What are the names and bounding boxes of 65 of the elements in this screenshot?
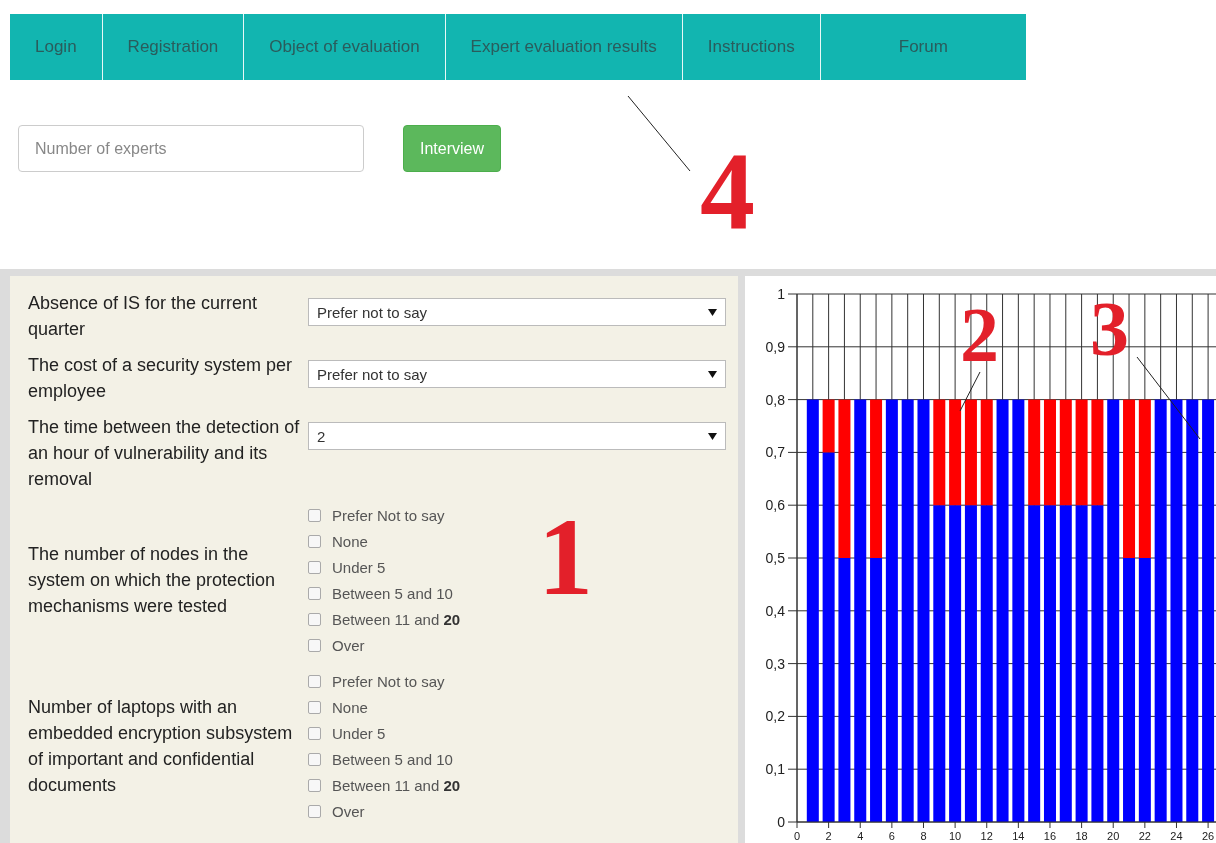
checkbox[interactable] [308, 612, 321, 626]
checkbox[interactable] [308, 726, 321, 740]
tick-label: 12 [980, 830, 993, 842]
caret-icon [708, 308, 717, 316]
callout-number: 1 [538, 502, 593, 612]
tick-label: 0,9 [765, 338, 785, 355]
question-label: The time between the detection of an hour of vulnerability and its removal [28, 416, 300, 491]
question-label: The number of nodes in the system on which the protection mechanisms were tested [28, 543, 277, 618]
leader-line [960, 372, 980, 411]
checkbox[interactable] [308, 674, 321, 688]
checkbox-label: None [332, 532, 368, 550]
checkbox-label: Between 11 and 20 [332, 776, 461, 794]
tick-label: 0,3 [765, 655, 785, 672]
checkbox[interactable] [308, 700, 321, 714]
question-label: The cost of a security system per employee [28, 354, 294, 403]
question-label: Absence of IS for the current quarter [28, 292, 259, 341]
tick-label: 20 [1107, 830, 1120, 842]
checkbox-label: Over [332, 802, 365, 820]
checkbox[interactable] [308, 534, 321, 548]
tick-label: 18 [1075, 830, 1088, 842]
tick-label: 22 [1138, 830, 1151, 842]
tick-label: 0 [777, 814, 785, 830]
tick-label: 16 [1043, 830, 1057, 842]
tick-label: 0,4 [765, 602, 785, 619]
checkbox-label: Under 5 [332, 724, 386, 742]
tick-label: 0,2 [765, 708, 785, 725]
checkbox[interactable] [308, 804, 321, 818]
tick-label: 1 [777, 286, 785, 302]
dropdown[interactable]: 2 [308, 422, 726, 450]
caret-icon [708, 370, 717, 378]
experts-field[interactable]: Number of experts [18, 125, 364, 172]
checkbox[interactable] [308, 560, 321, 574]
question-label: Number of laptops with an embedded encryption subsystem of important and confidential documents [28, 696, 294, 797]
tick-label: 0,8 [765, 391, 785, 408]
checkbox-label: Between 11 and 20 [332, 610, 461, 628]
tick-label: 14 [1012, 830, 1025, 842]
tick-label: 10 [949, 830, 962, 842]
caret-icon [708, 432, 717, 440]
tick-label: 24 [1170, 830, 1183, 842]
tick-label: 26 [1201, 830, 1215, 842]
checkbox[interactable] [308, 586, 321, 600]
callout-number: 4 [700, 136, 755, 246]
tick-label: 6 [888, 830, 895, 842]
checkbox-label: Prefer Not to say [332, 506, 445, 524]
tick-label: 0,7 [765, 444, 785, 461]
checkbox-label: None [332, 698, 368, 716]
dropdown[interactable]: Prefer not to say [308, 298, 726, 326]
checkbox[interactable] [308, 508, 321, 522]
tick-label: 4 [857, 830, 864, 842]
checkbox-label: Prefer Not to say [332, 672, 445, 690]
tick-label: 0,6 [765, 497, 785, 514]
checkbox-label: Over [332, 636, 365, 654]
tick-label: 0 [793, 830, 801, 842]
checkbox-label: Between 5 and 10 [332, 584, 453, 602]
checkbox-label: Under 5 [332, 558, 386, 576]
interview-button[interactable]: Interview [403, 125, 502, 172]
checkbox[interactable] [308, 752, 321, 766]
checkbox[interactable] [308, 638, 321, 652]
tick-label: 8 [920, 830, 927, 842]
tick-label: 2 [825, 830, 832, 842]
dropdown[interactable]: Prefer not to say [308, 360, 726, 388]
checkbox[interactable] [308, 778, 321, 792]
checkbox-label: Between 5 and 10 [332, 750, 453, 768]
tick-label: 0,1 [765, 761, 785, 778]
tick-label: 0,5 [765, 550, 785, 566]
